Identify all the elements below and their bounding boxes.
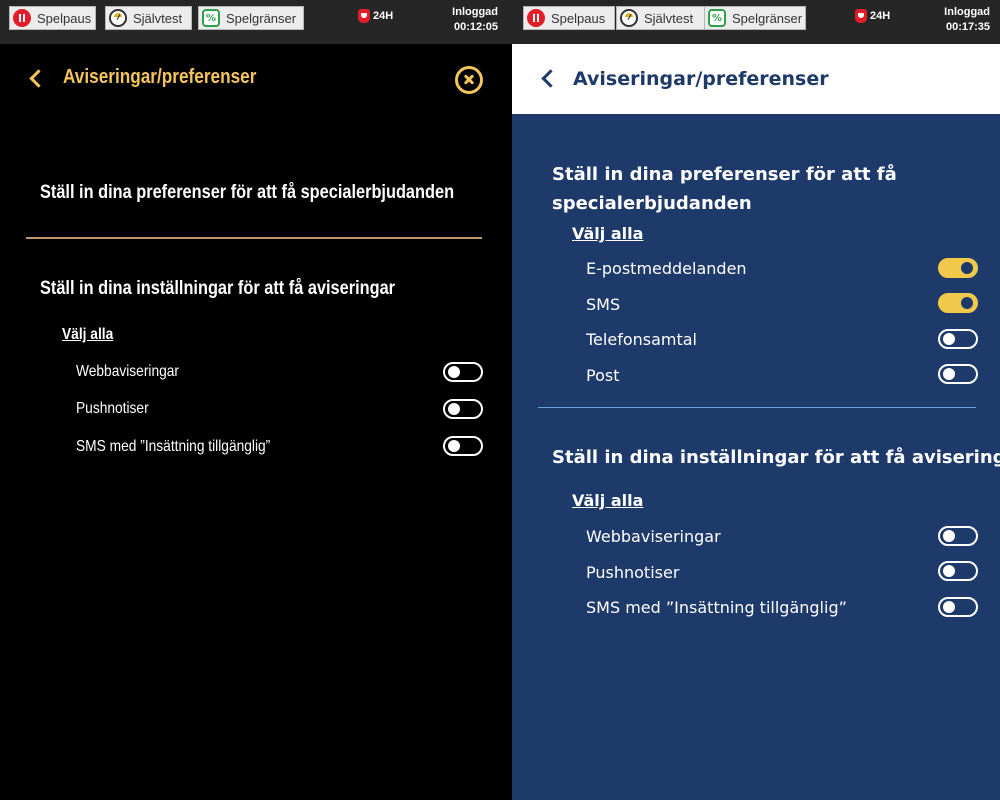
timeout-24h-label: 24H — [373, 10, 394, 22]
responsible-gaming-bar: Spelpaus Självtest % Spelgränser 24H Inl… — [512, 0, 1000, 44]
offers-section-title-line2: specialerbjudanden — [552, 193, 752, 214]
session-timer: 00:12:05 — [453, 21, 498, 33]
offers-select-all-link[interactable]: Välj alla — [572, 224, 643, 243]
post-toggle[interactable] — [938, 364, 978, 384]
page-title: Aviseringar/preferenser — [63, 66, 257, 88]
right-screen: Spelpaus Självtest % Spelgränser 24H Inl… — [512, 0, 1000, 800]
responsible-gaming-bar: Spelpaus Självtest % Spelgränser 24H Inl… — [0, 0, 512, 44]
selftest-button[interactable]: Självtest — [616, 6, 708, 30]
selftest-label: Självtest — [644, 10, 694, 26]
sms-deposit-toggle[interactable] — [938, 597, 978, 617]
limits-button[interactable]: % Spelgränser — [704, 6, 806, 30]
offers-section-title: Ställ in dina preferenser för att få spe… — [40, 182, 455, 203]
login-status: Inloggad 00:12:05 — [452, 5, 498, 35]
push-notifications-toggle[interactable] — [443, 399, 483, 419]
stop-hand-icon — [358, 9, 370, 23]
pause-label: Spelpaus — [551, 10, 606, 26]
notifications-section-title: Ställ in dina inställningar för att få a… — [40, 278, 396, 299]
limits-label: Spelgränser — [732, 10, 803, 26]
limits-label: Spelgränser — [226, 10, 297, 26]
web-notifications-toggle[interactable] — [443, 362, 483, 382]
login-label: Inloggad — [944, 6, 990, 18]
session-timer: 00:17:35 — [945, 21, 990, 33]
sms-deposit-toggle[interactable] — [443, 436, 483, 456]
back-chevron-icon[interactable] — [544, 72, 557, 85]
timeout-24h-label: 24H — [870, 10, 891, 22]
email-label: E-postmeddelanden — [586, 259, 747, 278]
web-notifications-toggle[interactable] — [938, 526, 978, 546]
offers-section-title-line1: Ställ in dina preferenser för att få — [552, 164, 897, 185]
phone-call-label: Telefonsamtal — [586, 330, 697, 349]
limits-icon: % — [708, 9, 726, 27]
pause-icon — [527, 9, 545, 27]
push-notifications-label: Pushnotiser — [76, 400, 149, 417]
timeout-24h-button[interactable]: 24H — [855, 9, 890, 23]
gauge-icon — [620, 9, 638, 27]
sms-toggle[interactable] — [938, 293, 978, 313]
section-divider — [538, 407, 976, 408]
section-divider — [26, 237, 482, 239]
login-status: Inloggad 00:17:35 — [944, 5, 990, 35]
pause-label: Spelpaus — [37, 10, 92, 26]
push-notifications-label: Pushnotiser — [586, 563, 680, 582]
web-notifications-label: Webbaviseringar — [76, 363, 179, 380]
notifications-section-title: Ställ in dina inställningar för att få a… — [552, 447, 1000, 468]
push-notifications-toggle[interactable] — [938, 561, 978, 581]
sms-label: SMS — [586, 295, 621, 314]
web-notifications-label: Webbaviseringar — [586, 527, 721, 546]
left-screen: Spelpaus Självtest % Spelgränser 24H Inl… — [0, 0, 512, 800]
page-header: Aviseringar/preferenser — [512, 44, 1000, 114]
selftest-button[interactable]: Självtest — [105, 6, 192, 30]
pause-icon — [13, 9, 31, 27]
back-chevron-icon[interactable] — [32, 72, 45, 85]
phone-call-toggle[interactable] — [938, 329, 978, 349]
sms-deposit-label: SMS med ”Insättning tillgänglig” — [586, 598, 847, 617]
email-toggle[interactable] — [938, 258, 978, 278]
limits-icon: % — [202, 9, 220, 27]
page-title: Aviseringar/preferenser — [573, 68, 829, 90]
page-header: Aviseringar/preferenser — [0, 44, 512, 114]
post-label: Post — [586, 366, 620, 385]
pause-button[interactable]: Spelpaus — [9, 6, 96, 30]
selftest-label: Självtest — [133, 10, 183, 26]
gauge-icon — [109, 9, 127, 27]
timeout-24h-button[interactable]: 24H — [358, 9, 393, 23]
limits-button[interactable]: % Spelgränser — [198, 6, 304, 30]
stop-hand-icon — [855, 9, 867, 23]
close-icon[interactable] — [455, 66, 483, 94]
sms-deposit-label: SMS med ”Insättning tillgänglig” — [76, 438, 271, 455]
login-label: Inloggad — [452, 6, 498, 18]
pause-button[interactable]: Spelpaus — [523, 6, 615, 30]
select-all-link[interactable]: Välj alla — [62, 326, 113, 344]
notifications-select-all-link[interactable]: Välj alla — [572, 491, 643, 510]
